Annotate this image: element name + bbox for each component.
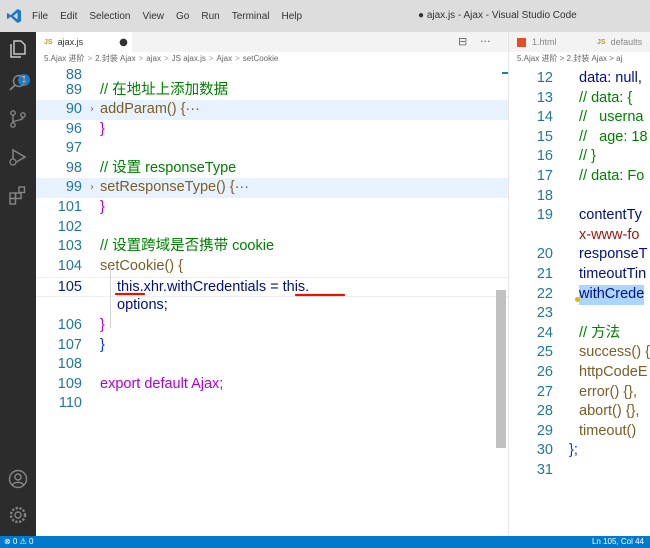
editor-group-right: 1.html JS defaults 5.Ajax 进阶 > 2.封装 Ajax… [508,32,650,536]
code-line: 15// age: 18 [536,129,648,145]
code-line: 28 abort() {}, [536,403,640,419]
vertical-scrollbar[interactable] [496,290,506,448]
code-line: 102 [57,219,82,235]
code-line-folded: 99 › setResponseType() {··· [36,178,508,198]
account-icon[interactable] [7,468,29,490]
title-bar: File Edit Selection View Go Run Terminal… [0,0,650,32]
editor-group-left: JS ajax.js ● ⊟ ··· 5.Ajax 进阶 >2.封装 Ajax > a… [36,32,508,536]
indent-guide [110,264,111,328]
annotation-underlines [114,292,346,297]
breadcrumb-item[interactable]: ajax [146,54,161,63]
code-line: 97 [65,140,82,156]
code-line: 104 setCookie() { [57,258,184,274]
tab-label: ajax.js [57,37,84,47]
code-line: 106} [57,317,105,333]
code-line: 29 timeout() [536,423,637,439]
run-debug-icon[interactable] [7,146,29,168]
breadcrumb-item[interactable]: 2.封装 Ajax [95,54,135,63]
tab-ajax-js[interactable]: JS ajax.js ● [36,32,132,52]
code-line: 19 contentTy [536,207,642,223]
source-control-icon[interactable] [7,108,29,130]
code-line: 98// 设置 responseType [65,160,237,176]
split-editor-icon[interactable]: ⊟ [458,35,467,48]
fold-chevron-icon[interactable]: › [90,100,94,120]
breadcrumb-right[interactable]: 5.Ajax 进阶 > 2.封装 Ajax > aj [509,52,622,66]
fold-chevron-icon[interactable]: › [90,178,94,198]
tab-bar: JS ajax.js ● ⊟ ··· [36,32,508,52]
problems-status[interactable]: ⊗ 0 ⚠ 0 [4,537,33,546]
tab-defaults[interactable]: JS defaults [597,32,642,52]
lightbulb-dot-icon[interactable] [575,297,580,302]
menu-selection[interactable]: Selection [89,11,130,22]
explorer-icon[interactable] [7,38,29,60]
js-file-icon: JS [44,38,53,46]
activity-bar: 1 [0,32,36,536]
code-line: 16// } [536,148,596,164]
tab-1-html[interactable]: 1.html [517,32,557,52]
code-line: 101} [57,199,105,215]
code-line: 109 export default Ajax; [57,376,224,392]
code-line: 25 success() { [536,344,650,360]
code-line: 24// 方法 [536,325,621,341]
code-line-selected: 22 withCrede [509,285,650,305]
breadcrumb-item[interactable]: setCookie [243,54,279,63]
code-line: 96} [65,121,105,137]
breadcrumb-item[interactable]: 5.Ajax 进阶 [44,54,84,63]
breadcrumb-item[interactable]: Ajax [217,54,233,63]
menu-bar: File Edit Selection View Go Run Terminal… [32,0,314,32]
menu-file[interactable]: File [32,11,48,22]
code-line: 31 [536,462,553,478]
menu-run[interactable]: Run [201,11,219,22]
html-file-icon [517,37,526,47]
code-line-wrap: x-www-fo [579,227,640,243]
menu-go[interactable]: Go [176,11,189,22]
code-line: 23 [536,305,553,321]
code-line: 12 data: null, [536,70,642,86]
code-line: 20 responseT [536,246,648,262]
menu-view[interactable]: View [143,11,165,22]
menu-terminal[interactable]: Terminal [232,11,270,22]
tab-bar-right: 1.html JS defaults [509,32,650,52]
search-icon[interactable] [7,72,29,94]
code-line: 26 httpCodeE [536,364,648,380]
extensions-icon[interactable] [7,184,29,206]
unsaved-dot-icon[interactable]: ● [119,37,128,48]
breadcrumb-item[interactable]: JS ajax.js [172,54,206,63]
code-line: 13// data: { [536,90,633,106]
code-line: 30}; [536,442,578,458]
code-line: 110 [58,395,82,411]
menu-edit[interactable]: Edit [60,11,77,22]
vscode-logo-icon [7,9,21,23]
code-line-folded: 90 › addParam() {··· [36,100,508,120]
status-bar: ⊗ 0 ⚠ 0 Ln 105, Col 44 [0,536,650,548]
js-file-icon: JS [597,38,606,46]
code-line: 27 error() {}, [536,384,638,400]
cursor-position-status[interactable]: Ln 105, Col 44 [592,537,644,546]
code-line: 108 [57,356,82,372]
code-line: 21 timeoutTin [536,266,647,282]
code-line: 14// userna [536,109,644,125]
settings-gear-icon[interactable] [7,504,29,526]
code-line: 103// 设置跨域是否携带 cookie [57,238,275,254]
more-actions-icon[interactable]: ··· [480,35,491,48]
code-line: 18 [536,188,553,204]
window-title: ● ajax.js - Ajax - Visual Studio Code [418,10,577,21]
code-line: 89// 在地址上添加数据 [65,82,229,98]
code-line: 107} [57,337,105,353]
menu-help[interactable]: Help [282,11,303,22]
breadcrumb: 5.Ajax 进阶 >2.封装 Ajax > ajax > JS ajax.js > Ajax… [44,54,279,63]
code-line: 17// data: Fo [536,168,645,184]
